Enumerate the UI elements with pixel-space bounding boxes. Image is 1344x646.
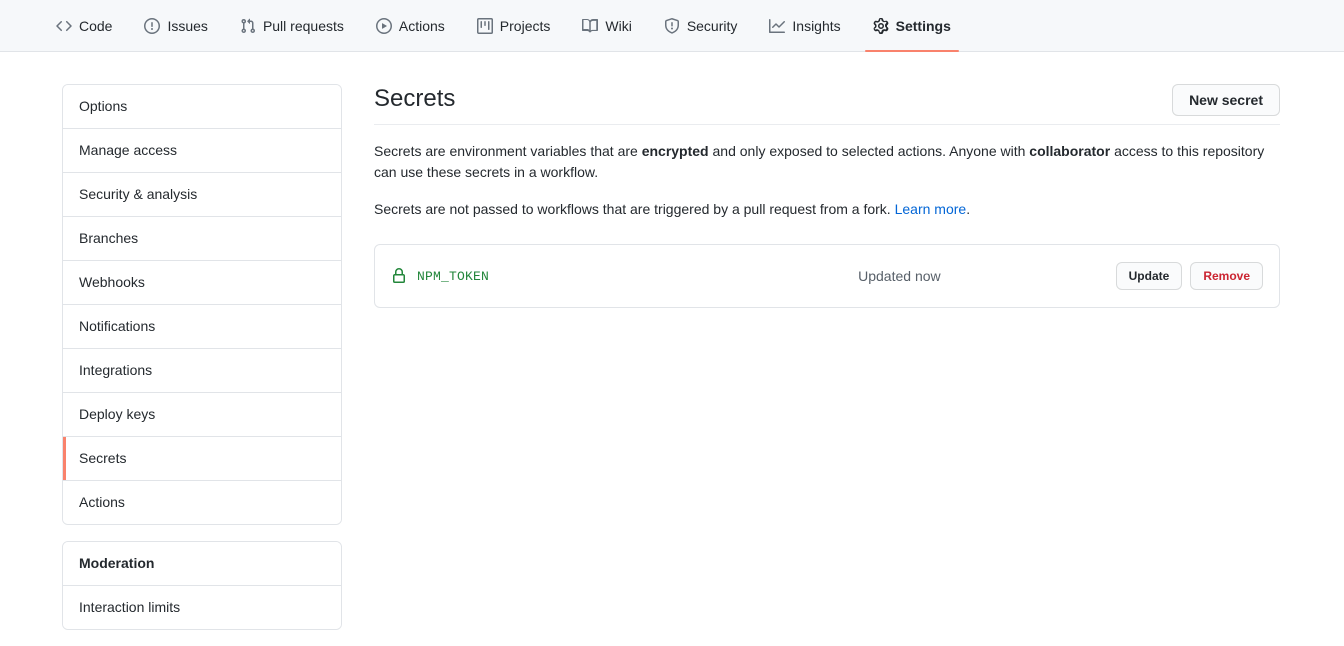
desc-part-2: and only exposed to selected actions. An… bbox=[708, 143, 1030, 159]
sidebar-item-label: Interaction limits bbox=[79, 599, 181, 615]
nav-tab-wiki[interactable]: Wiki bbox=[566, 0, 647, 51]
project-board-icon bbox=[476, 17, 493, 34]
main-content: Secrets New secret Secrets are environme… bbox=[374, 84, 1280, 308]
sidebar-item-security-and-analysis[interactable]: Security & analysis bbox=[63, 173, 341, 217]
play-icon bbox=[375, 17, 392, 34]
page-title: Secrets bbox=[374, 85, 456, 112]
new-secret-button[interactable]: New secret bbox=[1172, 84, 1280, 116]
issue-opened-icon bbox=[144, 17, 161, 34]
sidebar-item-manage-access[interactable]: Manage access bbox=[63, 129, 341, 173]
sidebar-item-interaction-limits[interactable]: Interaction limits bbox=[63, 586, 341, 629]
nav-tab-insights-label: Insights bbox=[792, 17, 841, 34]
nav-tab-issues-label: Issues bbox=[167, 17, 208, 34]
desc-part-1: Secrets are environment variables that a… bbox=[374, 143, 642, 159]
lock-icon bbox=[391, 268, 407, 284]
nav-tab-pull-requests[interactable]: Pull requests bbox=[224, 0, 360, 51]
secret-row-actions: Update Remove bbox=[1115, 262, 1263, 290]
desc2-part-1: Secrets are not passed to workflows that… bbox=[374, 201, 895, 217]
nav-tab-code[interactable]: Code bbox=[40, 0, 128, 51]
sidebar-item-secrets[interactable]: Secrets bbox=[63, 437, 341, 481]
desc2-part-2: . bbox=[966, 201, 971, 217]
remove-secret-button[interactable]: Remove bbox=[1190, 262, 1263, 290]
nav-tab-insights[interactable]: Insights bbox=[753, 0, 856, 51]
sidebar-item-label: Actions bbox=[79, 494, 125, 510]
nav-tab-wiki-label: Wiki bbox=[605, 17, 632, 34]
sidebar-item-label: Security & analysis bbox=[79, 186, 198, 202]
nav-tab-settings-label: Settings bbox=[895, 17, 951, 34]
secret-row: NPM_TOKEN Updated now Update Remove bbox=[375, 245, 1279, 307]
sidebar-item-label: Webhooks bbox=[79, 274, 145, 290]
nav-tab-projects-label: Projects bbox=[499, 17, 551, 34]
secret-name: NPM_TOKEN bbox=[417, 268, 490, 284]
nav-tab-code-label: Code bbox=[79, 17, 113, 34]
sidebar-item-label: Secrets bbox=[79, 450, 127, 466]
sidebar-item-label: Options bbox=[79, 98, 128, 114]
repo-nav: Code Issues Pull requests Actions Projec bbox=[0, 0, 1344, 52]
code-icon bbox=[56, 18, 72, 34]
page-body: Options Manage access Security & analysi… bbox=[0, 52, 1344, 646]
sidebar-item-options[interactable]: Options bbox=[63, 85, 341, 129]
nav-tab-pull-requests-label: Pull requests bbox=[262, 17, 344, 34]
nav-tab-projects[interactable]: Projects bbox=[461, 0, 567, 51]
sidebar-item-label: Integrations bbox=[79, 362, 153, 378]
nav-tab-actions-label: Actions bbox=[398, 17, 445, 34]
repo-nav-list: Code Issues Pull requests Actions Projec bbox=[40, 0, 967, 52]
sidebar-item-notifications[interactable]: Notifications bbox=[63, 305, 341, 349]
sidebar-item-label: Deploy keys bbox=[79, 406, 156, 422]
secrets-list: NPM_TOKEN Updated now Update Remove bbox=[374, 244, 1280, 308]
sidebar-group-moderation: Moderation Interaction limits bbox=[62, 541, 342, 630]
sidebar-item-label: Branches bbox=[79, 230, 139, 246]
nav-tab-issues[interactable]: Issues bbox=[128, 0, 223, 51]
desc-bold-collaborator: collaborator bbox=[1029, 143, 1111, 159]
desc-bold-encrypted: encrypted bbox=[641, 143, 709, 159]
sidebar-item-label: Notifications bbox=[79, 318, 156, 334]
shield-icon bbox=[664, 17, 680, 34]
settings-sidebar: Options Manage access Security & analysi… bbox=[62, 84, 342, 646]
graph-icon bbox=[769, 18, 786, 34]
gear-icon bbox=[873, 17, 889, 34]
nav-tab-security[interactable]: Security bbox=[648, 0, 754, 51]
nav-tab-security-label: Security bbox=[686, 17, 738, 34]
sidebar-item-actions[interactable]: Actions bbox=[63, 481, 341, 524]
secret-updated-timestamp: Updated now bbox=[858, 268, 941, 284]
sidebar-item-integrations[interactable]: Integrations bbox=[63, 349, 341, 393]
sidebar-item-deploy-keys[interactable]: Deploy keys bbox=[63, 393, 341, 437]
secrets-description-primary: Secrets are environment variables that a… bbox=[374, 141, 1280, 183]
update-secret-button[interactable]: Update bbox=[1115, 262, 1183, 290]
main-header: Secrets New secret bbox=[374, 84, 1280, 125]
learn-more-link[interactable]: Learn more bbox=[895, 201, 967, 217]
sidebar-item-label: Manage access bbox=[79, 142, 178, 158]
sidebar-heading-moderation: Moderation bbox=[63, 542, 341, 586]
nav-tab-settings[interactable]: Settings bbox=[857, 0, 967, 52]
book-icon bbox=[582, 18, 599, 34]
sidebar-item-webhooks[interactable]: Webhooks bbox=[63, 261, 341, 305]
secrets-description-secondary: Secrets are not passed to workflows that… bbox=[374, 199, 1280, 220]
sidebar-heading-label: Moderation bbox=[79, 555, 155, 571]
nav-tab-actions[interactable]: Actions bbox=[360, 0, 461, 51]
sidebar-item-branches[interactable]: Branches bbox=[63, 217, 341, 261]
git-pull-request-icon bbox=[240, 18, 256, 34]
sidebar-group-repository: Options Manage access Security & analysi… bbox=[62, 84, 342, 525]
